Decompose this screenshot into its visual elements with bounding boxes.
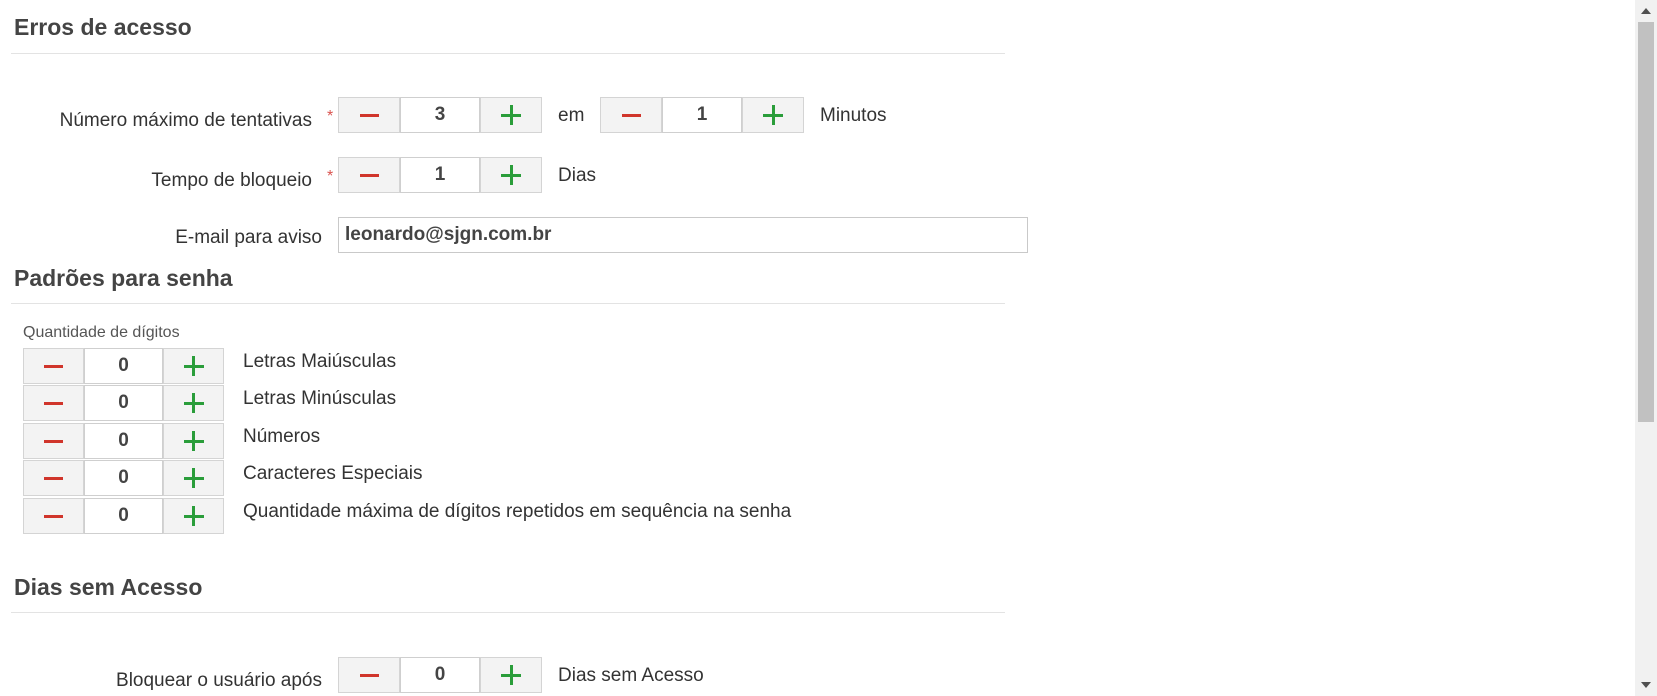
plus-icon bbox=[183, 468, 204, 488]
block-time-value[interactable]: 1 bbox=[400, 157, 480, 193]
increment-button[interactable] bbox=[163, 460, 224, 496]
numbers-value[interactable]: 0 bbox=[84, 423, 163, 459]
scroll-down-arrow-icon[interactable] bbox=[1641, 682, 1651, 688]
email-label: E-mail para aviso bbox=[175, 227, 322, 248]
decrement-button[interactable] bbox=[23, 348, 84, 384]
days-label: Dias bbox=[558, 165, 597, 186]
divider bbox=[11, 303, 1005, 304]
block-after-value[interactable]: 0 bbox=[400, 657, 480, 693]
minus-icon bbox=[44, 439, 63, 443]
block-after-label: Bloquear o usuário após bbox=[116, 670, 322, 691]
plus-icon bbox=[501, 665, 521, 685]
decrement-button[interactable] bbox=[23, 423, 84, 459]
increment-button[interactable] bbox=[480, 657, 542, 693]
divider bbox=[11, 612, 1005, 613]
plus-icon bbox=[501, 105, 521, 125]
plus-icon bbox=[183, 393, 204, 413]
increment-button[interactable] bbox=[742, 97, 804, 133]
max-repeated-value[interactable]: 0 bbox=[84, 498, 163, 534]
required-mark: * bbox=[327, 108, 334, 125]
decrement-button[interactable] bbox=[23, 498, 84, 534]
scroll-up-arrow-icon[interactable] bbox=[1641, 8, 1651, 14]
vertical-scrollbar[interactable] bbox=[1635, 0, 1657, 696]
max-attempts-label: Número máximo de tentativas bbox=[59, 110, 312, 131]
plus-icon bbox=[183, 506, 204, 526]
minus-icon bbox=[621, 113, 641, 117]
numbers-stepper: 0 bbox=[23, 423, 224, 459]
decrement-button[interactable] bbox=[23, 460, 84, 496]
increment-button[interactable] bbox=[480, 97, 542, 133]
decrement-button[interactable] bbox=[23, 385, 84, 421]
max-repeated-label: Quantidade máxima de dígitos repetidos e… bbox=[243, 501, 792, 522]
plus-icon bbox=[501, 165, 521, 185]
increment-button[interactable] bbox=[163, 423, 224, 459]
minus-icon bbox=[44, 514, 63, 518]
scrollbar-thumb[interactable] bbox=[1638, 22, 1654, 422]
required-mark: * bbox=[327, 168, 334, 185]
section-title-access-errors: Erros de acesso bbox=[14, 14, 192, 40]
plus-icon bbox=[183, 356, 204, 376]
special-chars-stepper: 0 bbox=[23, 460, 224, 496]
lowercase-stepper: 0 bbox=[23, 385, 224, 421]
section-title-days-without-access: Dias sem Acesso bbox=[14, 574, 203, 600]
digits-quantity-label: Quantidade de dígitos bbox=[23, 324, 180, 341]
minus-icon bbox=[44, 401, 63, 405]
plus-icon bbox=[763, 105, 783, 125]
uppercase-label: Letras Maiúsculas bbox=[243, 351, 397, 372]
uppercase-stepper: 0 bbox=[23, 348, 224, 384]
plus-icon bbox=[183, 431, 204, 451]
lowercase-value[interactable]: 0 bbox=[84, 385, 163, 421]
minus-icon bbox=[44, 476, 63, 480]
minus-icon bbox=[359, 173, 379, 177]
increment-button[interactable] bbox=[163, 385, 224, 421]
decrement-button[interactable] bbox=[600, 97, 662, 133]
special-chars-label: Caracteres Especiais bbox=[243, 463, 423, 484]
increment-button[interactable] bbox=[163, 348, 224, 384]
minutes-label: Minutos bbox=[820, 105, 887, 126]
decrement-button[interactable] bbox=[338, 157, 400, 193]
increment-button[interactable] bbox=[480, 157, 542, 193]
email-input[interactable] bbox=[338, 217, 1028, 253]
minus-icon bbox=[44, 364, 63, 368]
divider bbox=[11, 53, 1005, 54]
decrement-button[interactable] bbox=[338, 657, 400, 693]
uppercase-value[interactable]: 0 bbox=[84, 348, 163, 384]
special-chars-value[interactable]: 0 bbox=[84, 460, 163, 496]
minus-icon bbox=[359, 673, 379, 677]
lowercase-label: Letras Minúsculas bbox=[243, 388, 397, 409]
block-time-label: Tempo de bloqueio bbox=[151, 170, 312, 191]
minus-icon bbox=[359, 113, 379, 117]
in-label: em bbox=[558, 105, 585, 126]
block-after-stepper: 0 bbox=[338, 657, 542, 693]
minutes-stepper: 1 bbox=[600, 97, 804, 133]
max-repeated-stepper: 0 bbox=[23, 498, 224, 534]
max-attempts-stepper: 3 bbox=[338, 97, 542, 133]
minutes-value[interactable]: 1 bbox=[662, 97, 742, 133]
numbers-label: Números bbox=[243, 426, 321, 447]
block-time-stepper: 1 bbox=[338, 157, 542, 193]
days-without-access-label: Dias sem Acesso bbox=[558, 665, 704, 686]
increment-button[interactable] bbox=[163, 498, 224, 534]
max-attempts-value[interactable]: 3 bbox=[400, 97, 480, 133]
decrement-button[interactable] bbox=[338, 97, 400, 133]
section-title-password-patterns: Padrões para senha bbox=[14, 265, 233, 291]
